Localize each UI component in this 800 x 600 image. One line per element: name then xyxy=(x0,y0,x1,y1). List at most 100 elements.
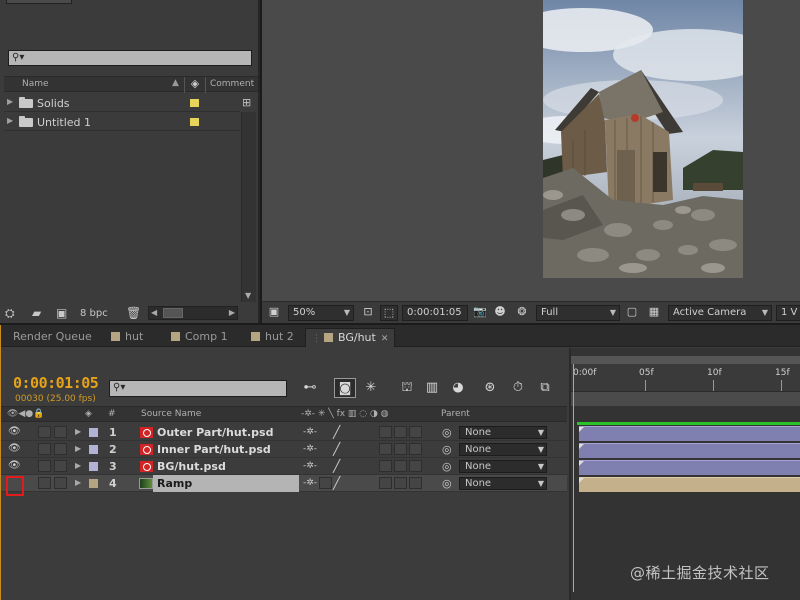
title-safe-icon[interactable]: ⊡ xyxy=(360,305,376,321)
av-features-icons[interactable]: 👁◀●🔒 xyxy=(7,409,44,419)
trash-icon[interactable]: 🗑 xyxy=(126,306,141,320)
project-item-solids[interactable]: ▶ Solids xyxy=(4,94,240,112)
effect-switch[interactable] xyxy=(379,460,392,472)
parent-dropdown[interactable]: None ▼ xyxy=(459,443,547,456)
scroll-down-icon[interactable]: ▼ xyxy=(245,291,251,300)
zoom-dropdown[interactable]: 50% ▼ xyxy=(288,305,354,321)
eye-icon[interactable]: 👁 xyxy=(8,460,21,471)
viewer-timecode[interactable]: 0:00:01:05 xyxy=(402,305,468,321)
layer-row[interactable]: 👁 ▶ 1 Outer Part/hut.psd -✲- ╱ ◎ None ▼ xyxy=(1,424,567,441)
pick-whip-icon[interactable]: ◎ xyxy=(442,443,452,456)
views-dropdown[interactable]: 1 V xyxy=(776,305,800,321)
shy-switch-icon[interactable]: -✲- xyxy=(303,427,317,437)
eye-icon[interactable]: 👁 xyxy=(8,443,21,454)
layer-label-color[interactable] xyxy=(89,445,98,454)
3d-switch[interactable] xyxy=(409,477,422,489)
camera-dropdown[interactable]: Active Camera ▼ xyxy=(668,305,772,321)
project-vertical-scrollbar[interactable]: ▼ xyxy=(241,112,256,302)
graph-editor-icon[interactable]: ⧉ xyxy=(534,378,556,398)
solo-switch[interactable] xyxy=(38,460,51,472)
frame-blending-icon[interactable]: ▥ xyxy=(421,378,443,398)
magnification-icon[interactable]: ▣ xyxy=(266,305,282,321)
label-color-chip[interactable] xyxy=(190,99,199,107)
time-ruler[interactable]: 0:00f 05f 10f 15f xyxy=(571,364,800,392)
layer-duration-bar[interactable] xyxy=(579,426,800,441)
label-tag-icon[interactable]: ◈ xyxy=(85,409,92,419)
parent-dropdown[interactable]: None ▼ xyxy=(459,477,547,490)
draft-3d-icon[interactable]: ✳ xyxy=(360,378,382,398)
column-parent[interactable]: Parent xyxy=(441,409,470,419)
tab-comp-1[interactable]: Comp 1 xyxy=(165,328,234,347)
close-icon[interactable]: ✕ xyxy=(381,334,389,344)
in-point-marker[interactable] xyxy=(579,444,584,449)
layer-name[interactable]: Inner Part/hut.psd xyxy=(157,443,271,456)
layer-duration-bar-ramp[interactable] xyxy=(579,477,800,492)
layer-label-color[interactable] xyxy=(89,462,98,471)
new-composition-icon[interactable]: ▣ xyxy=(56,306,67,320)
column-comment[interactable]: Comment xyxy=(210,79,254,89)
scroll-thumb[interactable] xyxy=(163,308,183,318)
3d-switch[interactable] xyxy=(409,426,422,438)
solo-switch[interactable] xyxy=(38,477,51,489)
layer-label-color[interactable] xyxy=(89,428,98,437)
project-item-untitled[interactable]: ▶ Untitled 1 xyxy=(4,113,240,131)
interpret-footage-icon[interactable]: ⛭ xyxy=(5,306,15,321)
adjustment-switch[interactable] xyxy=(394,477,407,489)
motion-blur-icon[interactable]: ◕ xyxy=(447,378,469,398)
layer-label-color[interactable] xyxy=(89,479,98,488)
live-update-icon[interactable]: ◙ xyxy=(334,378,356,398)
scroll-left-icon[interactable]: ◀ xyxy=(151,308,157,317)
label-color-chip[interactable] xyxy=(190,118,199,126)
snapshot-camera-icon[interactable]: 📷 xyxy=(472,305,488,321)
lock-switch[interactable] xyxy=(54,443,67,455)
sort-arrow-icon[interactable]: ▲ xyxy=(172,78,179,88)
adjustment-switch[interactable] xyxy=(394,426,407,438)
layer-name[interactable]: BG/hut.psd xyxy=(157,460,226,473)
adjustment-switch[interactable] xyxy=(394,443,407,455)
expand-arrow-icon[interactable]: ▶ xyxy=(75,444,81,453)
column-source-name[interactable]: Source Name xyxy=(141,409,201,419)
comp-mini-flowchart-icon[interactable]: ⊷ xyxy=(299,378,321,398)
quality-switch-icon[interactable]: ╱ xyxy=(333,442,340,456)
layer-switches-icons[interactable]: -✲- ✳ ╲ fx ▥ ◌ ◑ ◍ xyxy=(301,409,389,419)
parent-dropdown[interactable]: None ▼ xyxy=(459,460,547,473)
layer-duration-bar[interactable] xyxy=(579,443,800,458)
in-point-marker[interactable] xyxy=(579,461,584,466)
parent-dropdown[interactable]: None ▼ xyxy=(459,426,547,439)
region-of-interest-icon[interactable]: ⬚ xyxy=(380,305,398,321)
effect-switch[interactable] xyxy=(379,477,392,489)
brainstorm-icon[interactable]: ⊛ xyxy=(479,378,501,398)
auto-keyframe-icon[interactable]: ⏱ xyxy=(507,378,529,398)
transparency-grid-icon[interactable]: ▦ xyxy=(646,305,662,321)
eye-icon[interactable]: 👁 xyxy=(8,426,21,437)
column-number[interactable]: # xyxy=(108,409,116,419)
effect-switch[interactable] xyxy=(379,443,392,455)
column-name[interactable]: Name xyxy=(22,79,49,89)
label-tag-icon[interactable]: ◈ xyxy=(184,77,206,93)
expand-arrow-icon[interactable]: ▶ xyxy=(7,116,13,125)
collapse-switch[interactable] xyxy=(319,477,332,489)
project-search-input[interactable]: ⚲▾ xyxy=(8,50,252,66)
pick-whip-icon[interactable]: ◎ xyxy=(442,426,452,439)
tab-grip-icon[interactable]: ⋮ xyxy=(312,334,321,344)
current-time-indicator[interactable] xyxy=(573,364,574,592)
3d-switch[interactable] xyxy=(409,460,422,472)
shy-switch-icon[interactable]: -✲- xyxy=(303,461,317,471)
work-area-bar[interactable] xyxy=(571,356,800,364)
expand-arrow-icon[interactable]: ▶ xyxy=(7,97,13,106)
quality-switch-icon[interactable]: ╱ xyxy=(333,476,340,490)
fast-previews-icon[interactable]: ▢ xyxy=(624,305,640,321)
shy-switch-icon[interactable]: -✲- xyxy=(303,478,317,488)
tab-hut-2[interactable]: hut 2 xyxy=(245,328,300,347)
lock-switch[interactable] xyxy=(54,477,67,489)
tab-hut[interactable]: hut xyxy=(105,328,149,347)
hide-shy-layers-icon[interactable]: ⛫ xyxy=(396,378,418,398)
lock-switch[interactable] xyxy=(54,426,67,438)
layer-name[interactable]: Outer Part/hut.psd xyxy=(157,426,273,439)
shy-switch-icon[interactable]: -✲- xyxy=(303,444,317,454)
bit-depth-button[interactable]: 8 bpc xyxy=(80,308,108,319)
video-switch-highlight[interactable] xyxy=(6,476,24,496)
layer-name[interactable]: Ramp xyxy=(157,477,192,490)
adjustment-switch[interactable] xyxy=(394,460,407,472)
tab-render-queue[interactable]: Render Queue xyxy=(7,328,98,347)
